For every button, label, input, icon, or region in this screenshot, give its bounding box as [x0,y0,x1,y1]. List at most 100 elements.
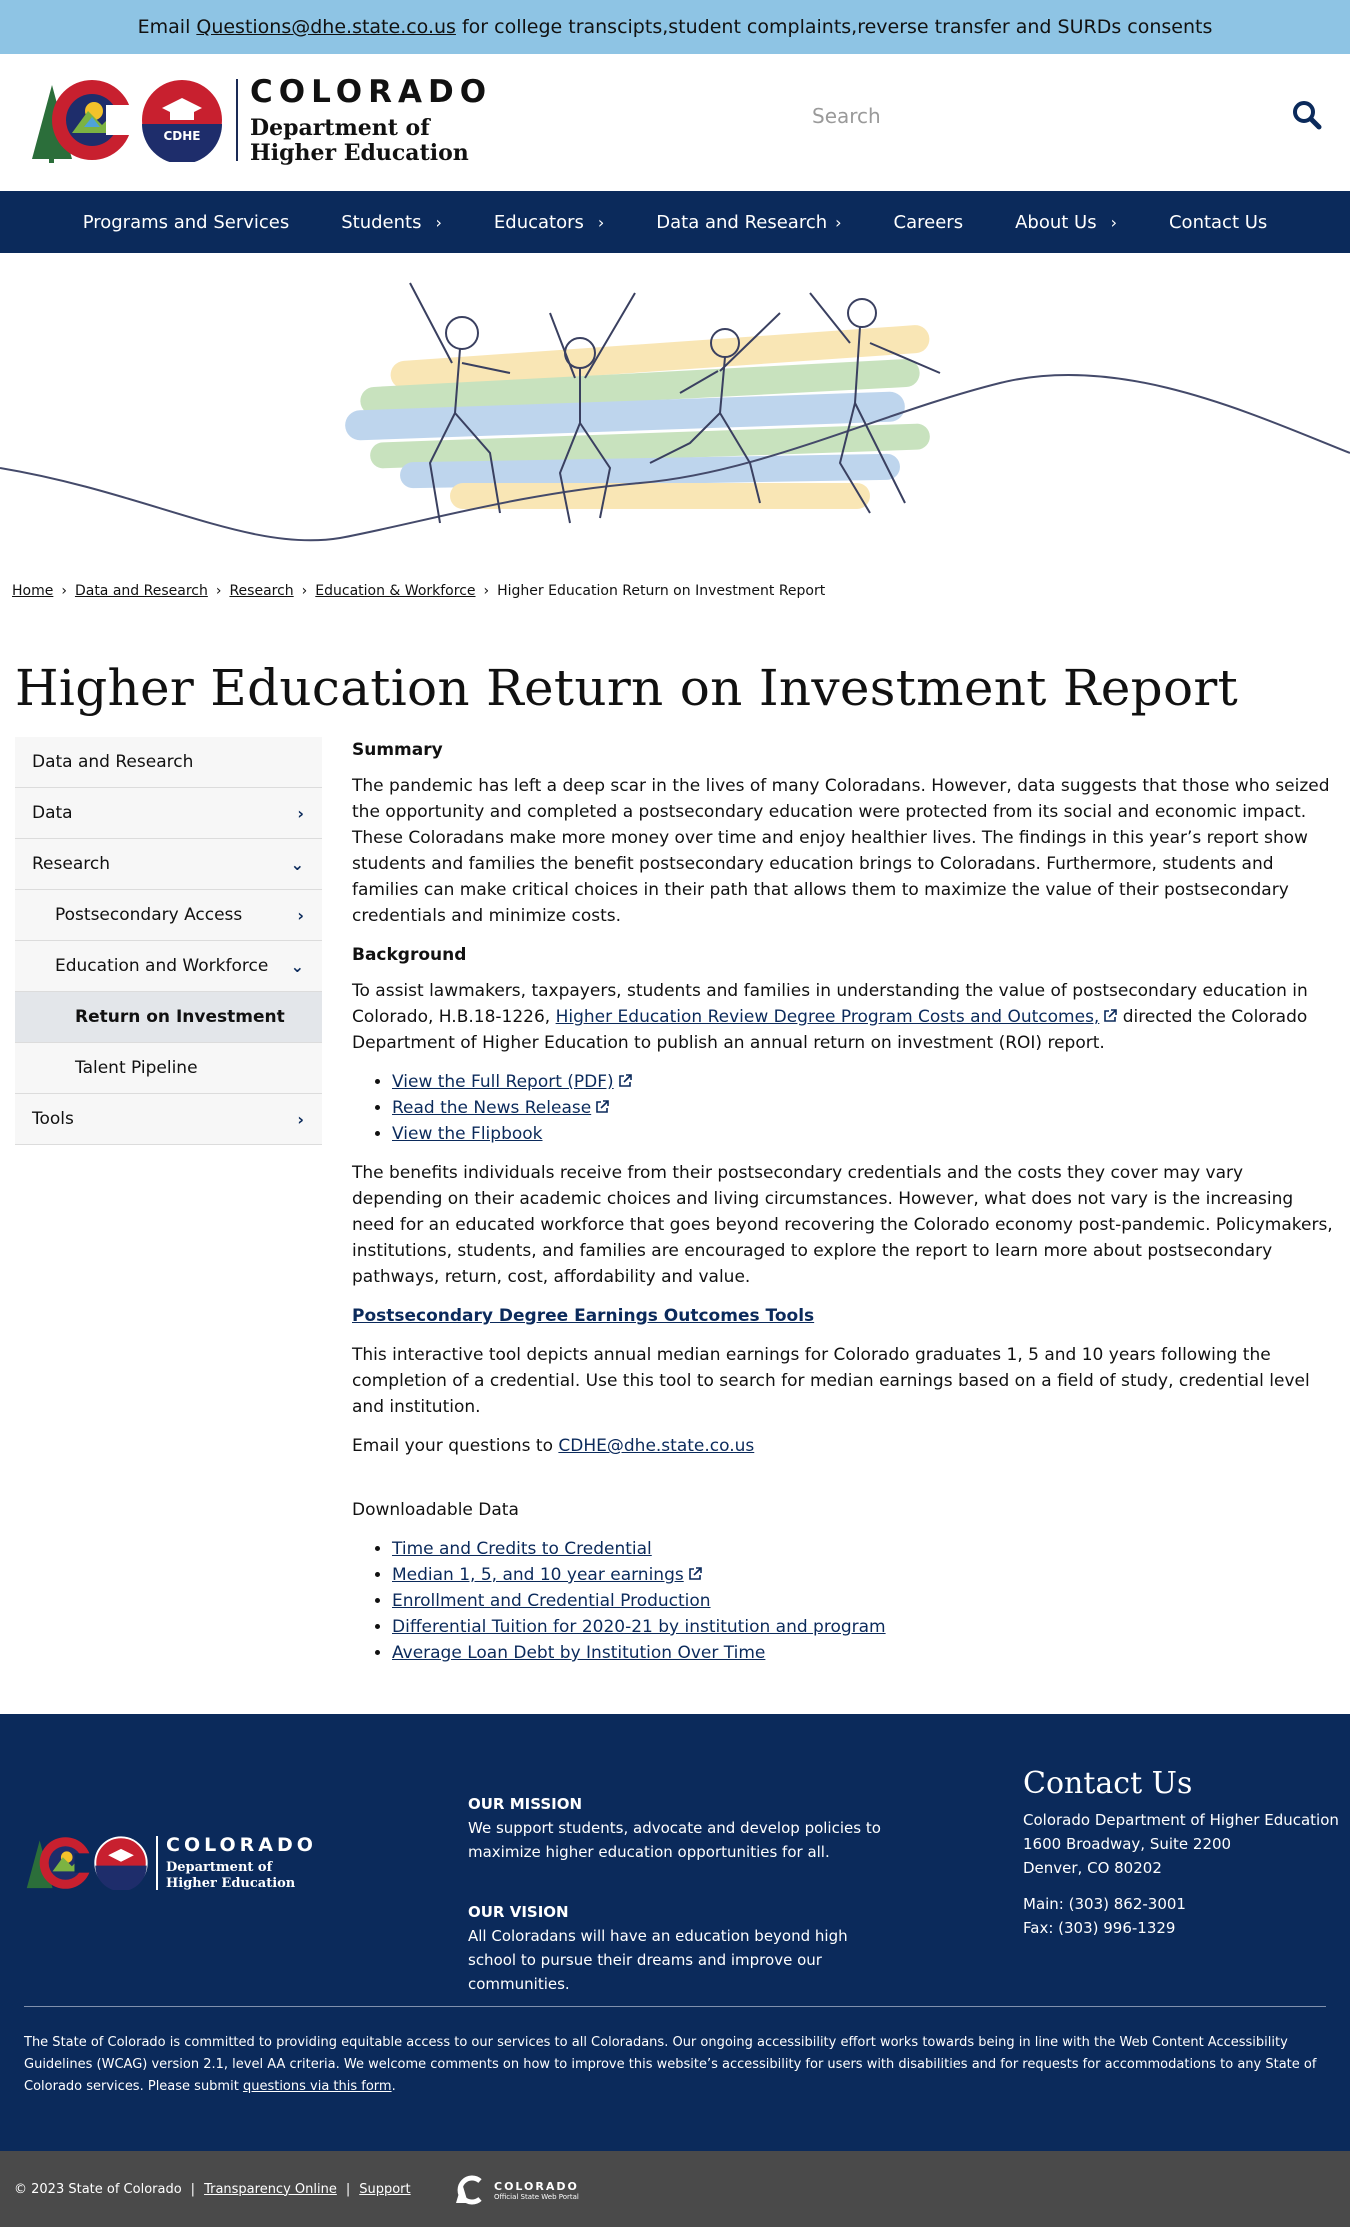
external-link-icon [1104,1009,1118,1022]
sidebar-item-return-on-investment[interactable]: Return on Investment [15,992,322,1043]
contact-heading: Contact Us [1023,1766,1193,1801]
sidebar-item-tools[interactable]: Tools › [15,1094,322,1145]
chevron-right-icon[interactable]: › [297,804,304,823]
chevron-right-icon[interactable]: › [598,213,604,232]
breadcrumb-education-workforce[interactable]: Education & Workforce [315,583,475,599]
address-line: Denver, CO 80202 [1023,1859,1162,1877]
download-link[interactable]: Time and Credits to Credential [392,1539,652,1559]
breadcrumb-separator: › [215,583,222,599]
support-link[interactable]: Support [359,2182,410,2197]
nav-about-us[interactable]: About Us › [1015,212,1117,233]
chevron-down-icon[interactable]: ⌄ [291,957,304,976]
hero-illustration [0,253,1350,573]
nav-contact-us[interactable]: Contact Us [1169,212,1267,233]
page-title: Higher Education Return on Investment Re… [15,659,1238,717]
cdhe-email-link[interactable]: CDHE@dhe.state.co.us [558,1436,754,1456]
sidebar-item-education-workforce[interactable]: Education and Workforce ⌄ [15,941,322,992]
hb-18-1226-link[interactable]: Higher Education Review Degree Program C… [556,1007,1100,1027]
sidebar-item-label: Education and Workforce [55,956,269,976]
nav-programs-services[interactable]: Programs and Services [83,212,290,233]
cdhe-seal-icon [94,1836,148,1890]
benefits-text: The benefits individuals receive from th… [352,1163,1333,1287]
chevron-right-icon[interactable]: › [297,1110,304,1129]
nav-data-research[interactable]: Data and Research › [656,212,841,233]
site-header: CDHE COLORADO Department of Higher Educa… [0,54,1350,191]
external-link-icon [688,1567,702,1580]
transparency-online-link[interactable]: Transparency Online [204,2182,337,2197]
portal-sub: Official State Web Portal [494,2192,579,2201]
chevron-right-icon[interactable]: › [835,213,841,232]
chevron-down-icon[interactable]: ⌄ [291,855,304,874]
report-links-list: View the Full Report (PDF) Read the News… [392,1069,1337,1147]
breadcrumb-research[interactable]: Research [229,583,293,599]
sidebar-item-data-research[interactable]: Data and Research [15,737,322,788]
bottom-bar: © 2023 State of Colorado | Transparency … [0,2151,1350,2227]
banner-email-link[interactable]: Questions@dhe.state.co.us [196,16,456,38]
footer-vision: OUR VISION All Coloradans will have an e… [468,1900,888,1996]
vision-text: All Coloradans will have an education be… [468,1927,848,1993]
list-item: Enrollment and Credential Production [392,1588,1337,1614]
list-item: Time and Credits to Credential [392,1536,1337,1562]
sidebar-item-research[interactable]: Research ⌄ [15,839,322,890]
download-link[interactable]: Enrollment and Credential Production [392,1591,711,1611]
nav-educators[interactable]: Educators › [494,212,604,233]
external-link-icon [618,1074,632,1087]
state-portal-logo[interactable]: COLORADO Official State Web Portal [454,2175,579,2205]
sidebar-item-label: Research [32,854,110,874]
list-item: Differential Tuition for 2020-21 by inst… [392,1614,1337,1640]
chevron-right-icon[interactable]: › [297,906,304,925]
footer-logo[interactable]: COLORADO Department of Higher Education [24,1834,317,1892]
search-input[interactable]: Search [812,104,881,128]
sidebar-item-data[interactable]: Data › [15,788,322,839]
nav-careers[interactable]: Careers [894,212,964,233]
mission-text: We support students, advocate and develo… [468,1819,881,1861]
site-footer: COLORADO Department of Higher Education … [0,1714,1350,2151]
downloads-list: Time and Credits to Credential Median 1,… [392,1536,1337,1666]
mission-heading: OUR MISSION [468,1795,583,1813]
download-link[interactable]: Differential Tuition for 2020-21 by inst… [392,1617,886,1637]
seal-text: CDHE [163,129,200,143]
chevron-right-icon[interactable]: › [1111,213,1117,232]
sidebar-item-talent-pipeline[interactable]: Talent Pipeline [15,1043,322,1094]
banner-prefix: Email [137,16,191,38]
content-area: Data and Research Data › Research ⌄ Postse… [0,737,1350,1679]
external-link-icon [596,1100,609,1113]
nav-label: Careers [893,211,964,233]
email-paragraph: Email your questions to CDHE@dhe.state.c… [352,1433,1337,1459]
accessibility-form-link[interactable]: questions via this form [243,2079,392,2094]
flipbook-link[interactable]: View the Flipbook [392,1124,543,1144]
news-release-link[interactable]: Read the News Release [392,1098,591,1118]
tools-link-paragraph: Postsecondary Degree Earnings Outcomes T… [352,1303,1337,1329]
footer-logo-dept-line1: Department of [166,1860,273,1876]
cdhe-logo[interactable]: CDHE COLORADO Department of Higher Educa… [28,74,492,167]
list-item: Read the News Release [392,1095,1337,1121]
earnings-tools-link[interactable]: Postsecondary Degree Earnings Outcomes T… [352,1306,814,1326]
bottom-separator: | [190,2181,196,2197]
portal-text: COLORADO Official State Web Portal [494,2180,579,2201]
list-item: View the Full Report (PDF) [392,1069,1337,1095]
chevron-right-icon[interactable]: › [435,213,441,232]
footer-logo-state: COLORADO [166,1834,317,1857]
logo-dept-line2: Higher Education [250,140,469,167]
breadcrumb-data-research[interactable]: Data and Research [75,583,208,599]
list-item: Average Loan Debt by Institution Over Ti… [392,1640,1337,1666]
download-link[interactable]: Median 1, 5, and 10 year earnings [392,1565,684,1585]
breadcrumb: Home › Data and Research › Research › Ed… [0,583,1350,599]
footer-logo-text: COLORADO Department of Higher Education [166,1834,317,1891]
nav-label: Data and Research [656,211,828,233]
sidebar-item-postsecondary-access[interactable]: Postsecondary Access › [15,890,322,941]
download-link[interactable]: Average Loan Debt by Institution Over Ti… [392,1643,765,1663]
breadcrumb-home[interactable]: Home [12,583,53,599]
footer-contact: Contact Us Colorado Department of Higher… [1023,1766,1343,1940]
nav-label: Educators [493,211,584,233]
list-item: View the Flipbook [392,1121,1337,1147]
breadcrumb-separator: › [301,583,308,599]
nav-label: Students [341,211,422,233]
phone-number: Main: (303) 862-3001 [1023,1895,1186,1913]
downloadable-heading: Downloadable Data [352,1500,519,1520]
full-report-link[interactable]: View the Full Report (PDF) [392,1072,614,1092]
search-icon[interactable] [1292,100,1322,130]
nav-students[interactable]: Students › [341,212,442,233]
background-heading: Background [352,945,467,965]
sidebar-item-label: Return on Investment [75,1007,285,1027]
